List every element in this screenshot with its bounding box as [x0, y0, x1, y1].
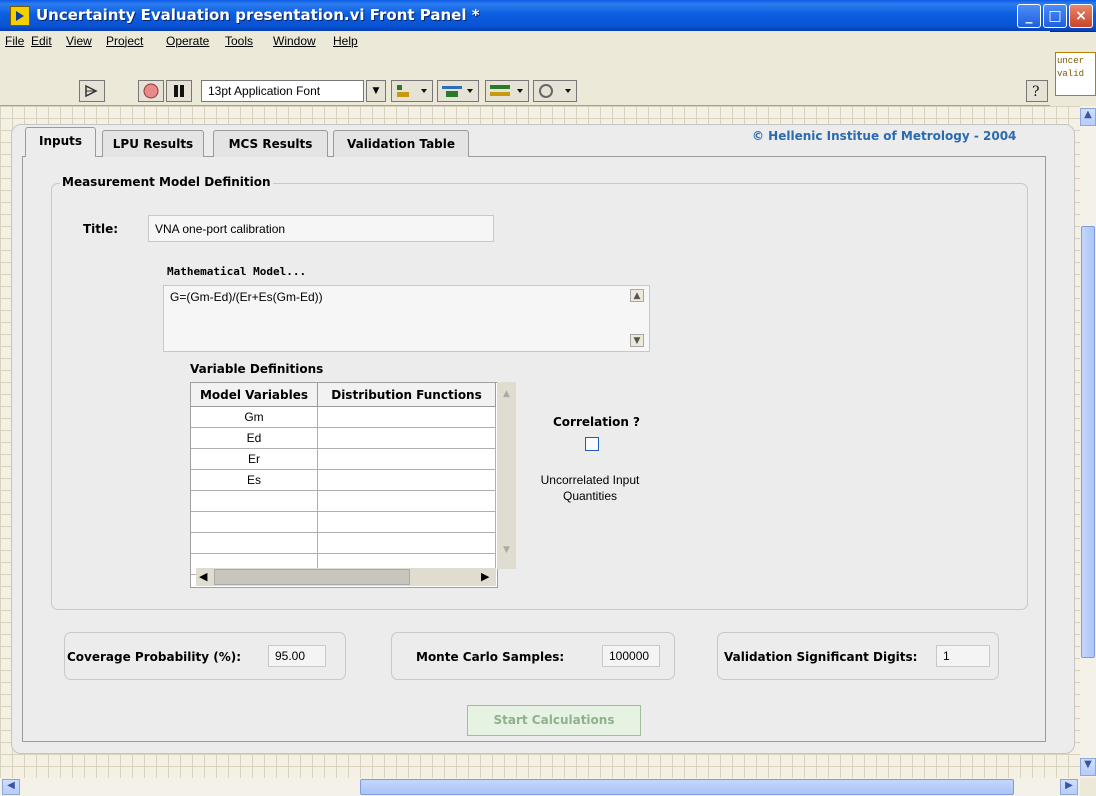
distribute-objects-icon [442, 86, 473, 97]
window-title: Uncertainty Evaluation presentation.vi F… [36, 6, 480, 24]
maximize-button[interactable]: □ [1043, 4, 1067, 28]
font-dropdown[interactable]: 13pt Application Font [201, 80, 364, 102]
font-dropdown-arrow-icon[interactable]: ▼ [366, 80, 386, 102]
cell-distribution-function[interactable] [318, 470, 496, 491]
window-scroll-right-icon[interactable]: ▶ [1060, 779, 1078, 795]
cell-distribution-function[interactable] [318, 449, 496, 470]
table-scroll-right-icon[interactable]: ▶ [481, 570, 489, 583]
reorder-button[interactable] [533, 80, 577, 102]
align-objects-icon [397, 85, 427, 97]
copyright-text: © Hellenic Institue of Metrology - 2004 [752, 129, 1017, 143]
run-arrow-icon [85, 84, 98, 98]
column-header-distribution-functions[interactable]: Distribution Functions [318, 383, 496, 407]
tab-validation-table[interactable]: Validation Table [333, 130, 469, 157]
window-scroll-left-icon[interactable]: ◀ [2, 779, 20, 795]
table-row[interactable]: Es [191, 470, 497, 491]
table-scroll-down-icon[interactable]: ▼ [499, 544, 514, 558]
title-field[interactable]: VNA one-port calibration [148, 215, 494, 242]
menu-edit[interactable]: Edit [31, 34, 52, 48]
menu-view[interactable]: View [66, 34, 92, 48]
table-row[interactable] [191, 533, 497, 554]
correlation-checkbox[interactable] [585, 437, 599, 451]
vi-icon-panel[interactable]: uncer valid [1055, 52, 1096, 96]
menu-file[interactable]: File [5, 34, 24, 48]
align-objects-button[interactable] [391, 80, 433, 102]
validation-input[interactable]: 1 [936, 645, 990, 667]
help-question-icon: ? [1032, 84, 1040, 100]
cell-distribution-function[interactable] [318, 428, 496, 449]
distribute-objects-button[interactable] [437, 80, 479, 102]
resize-objects-icon [490, 85, 523, 96]
variable-definitions-table[interactable]: Model Variables Distribution Functions G… [190, 382, 498, 588]
window-horizontal-thumb[interactable] [360, 779, 1014, 795]
vi-icon-line2: valid [1057, 69, 1085, 79]
tab-lpu-results[interactable]: LPU Results [102, 130, 204, 157]
cell-distribution-function[interactable] [318, 533, 496, 554]
table-row[interactable]: Er [191, 449, 497, 470]
table-scroll-left-icon[interactable]: ◀ [199, 570, 207, 583]
menu-window[interactable]: Window [273, 34, 316, 48]
coverage-input[interactable]: 95.00 [268, 645, 326, 667]
labview-app-icon[interactable] [10, 6, 30, 26]
cell-model-variable[interactable] [191, 512, 318, 533]
table-horizontal-thumb[interactable] [214, 569, 410, 585]
close-icon: × [1075, 8, 1087, 24]
monte-carlo-input[interactable]: 100000 [602, 645, 660, 667]
window-vertical-thumb[interactable] [1081, 226, 1095, 658]
window-scroll-down-icon[interactable]: ▼ [1080, 758, 1096, 776]
variable-definitions-label: Variable Definitions [190, 362, 324, 376]
svg-text:?: ? [1032, 84, 1040, 100]
menu-help[interactable]: Help [333, 34, 358, 48]
tab-mcs-results[interactable]: MCS Results [213, 130, 328, 157]
pause-button[interactable] [166, 80, 192, 102]
menu-tools[interactable]: Tools [225, 34, 253, 48]
model-definition-label: Measurement Model Definition [60, 175, 273, 189]
correlation-status-text: Uncorrelated Input Quantities [540, 473, 640, 503]
coverage-label: Coverage Probability (%): [67, 650, 242, 664]
monte-carlo-label: Monte Carlo Samples: [416, 650, 565, 664]
vi-icon-line1: uncer [1057, 56, 1085, 66]
table-row[interactable]: Ed [191, 428, 497, 449]
correlation-label: Correlation ? [553, 415, 641, 429]
cell-distribution-function[interactable] [318, 491, 496, 512]
math-model-textarea[interactable]: G=(Gm-Ed)/(Er+Es(Gm-Ed)) [163, 285, 650, 352]
title-label: Title: [83, 222, 119, 236]
textarea-scroll-down-icon[interactable]: ▼ [630, 334, 644, 347]
table-scroll-up-icon[interactable]: ▲ [499, 388, 514, 402]
cell-model-variable[interactable] [191, 491, 318, 512]
menu-operate[interactable]: Operate [166, 34, 209, 48]
math-model-label: Mathematical Model... [167, 265, 307, 278]
window-scroll-up-icon[interactable]: ▲ [1080, 108, 1096, 126]
start-calculations-button[interactable]: Start Calculations [467, 705, 641, 736]
cell-model-variable[interactable]: Es [191, 470, 318, 491]
cell-model-variable[interactable] [191, 533, 318, 554]
maximize-icon: □ [1048, 8, 1062, 24]
tab-inputs[interactable]: Inputs [25, 127, 96, 157]
table-row[interactable] [191, 491, 497, 512]
context-help-button[interactable]: ? [1026, 80, 1048, 102]
title-bar[interactable]: Uncertainty Evaluation presentation.vi F… [0, 0, 1096, 32]
pause-icon [174, 85, 184, 97]
menu-bar: File Edit View Project Operate Tools Win… [0, 31, 1050, 51]
run-button[interactable] [79, 80, 105, 102]
minimize-button[interactable]: _ [1017, 4, 1041, 28]
minimize-icon: _ [1025, 8, 1033, 24]
menu-project[interactable]: Project [106, 34, 143, 48]
reorder-icon [539, 84, 571, 98]
resize-objects-button[interactable] [485, 80, 529, 102]
table-row[interactable]: Gm [191, 407, 497, 428]
stop-icon [143, 83, 159, 99]
abort-button[interactable] [138, 80, 164, 102]
cell-distribution-function[interactable] [318, 512, 496, 533]
table-row[interactable] [191, 512, 497, 533]
cell-distribution-function[interactable] [318, 407, 496, 428]
cell-model-variable[interactable]: Ed [191, 428, 318, 449]
textarea-scroll-up-icon[interactable]: ▲ [630, 289, 644, 302]
validation-label: Validation Significant Digits: [724, 650, 918, 664]
cell-model-variable[interactable]: Gm [191, 407, 318, 428]
column-header-model-variables[interactable]: Model Variables [191, 383, 318, 407]
table-vertical-scrollbar[interactable] [497, 382, 516, 569]
cell-model-variable[interactable]: Er [191, 449, 318, 470]
close-button[interactable]: × [1069, 4, 1093, 28]
